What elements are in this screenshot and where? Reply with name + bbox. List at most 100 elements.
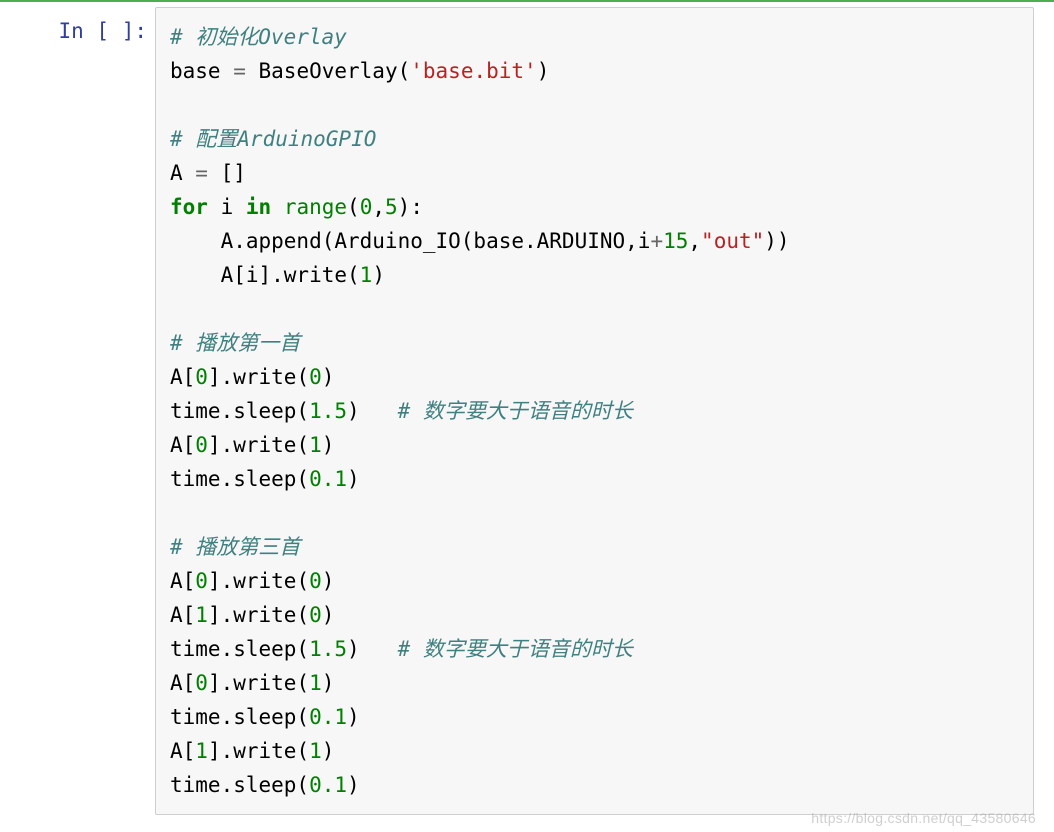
code-line[interactable]: for i in range(0,5):	[170, 190, 1019, 224]
notebook-cell: In [ ]: # 初始化Overlay base = BaseOverlay('…	[0, 2, 1054, 820]
code-token: ,	[372, 195, 385, 219]
code-token: )	[322, 365, 335, 389]
code-token: "out"	[701, 229, 764, 253]
code-token: range	[284, 195, 347, 219]
code-token: i	[208, 195, 246, 219]
code-token: ].write(	[208, 739, 309, 763]
cell-prompt: In [ ]:	[0, 7, 155, 815]
code-line[interactable]: A[0].write(1)	[170, 428, 1019, 462]
code-token: 0.1	[309, 773, 347, 797]
code-token	[271, 195, 284, 219]
code-token: 0.1	[309, 467, 347, 491]
code-token: 1	[309, 739, 322, 763]
code-token: for	[170, 195, 208, 219]
code-token: # 播放第三首	[170, 535, 300, 559]
code-token: ].write(	[208, 569, 309, 593]
code-token: ].write(	[208, 433, 309, 457]
code-token: 0.1	[309, 705, 347, 729]
code-token: 1.5	[309, 637, 347, 661]
code-line[interactable]: time.sleep(1.5) # 数字要大于语音的时长	[170, 394, 1019, 428]
code-token: base	[170, 59, 233, 83]
code-token: ].write(	[208, 671, 309, 695]
code-token: =	[233, 59, 246, 83]
code-line[interactable]: A[1].write(0)	[170, 598, 1019, 632]
code-token: 1	[309, 671, 322, 695]
code-token: 'base.bit'	[410, 59, 536, 83]
code-token: ].write(	[208, 365, 309, 389]
code-token: time.sleep(	[170, 637, 309, 661]
code-token: )	[322, 433, 335, 457]
code-token: A	[170, 161, 195, 185]
code-token: 0	[309, 365, 322, 389]
code-token: ].write(	[208, 603, 309, 627]
code-token: time.sleep(	[170, 773, 309, 797]
code-token: 5	[385, 195, 398, 219]
code-input[interactable]: # 初始化Overlay base = BaseOverlay('base.bit…	[155, 7, 1034, 815]
code-token: )	[347, 399, 398, 423]
code-token: 0	[360, 195, 373, 219]
code-token: =	[195, 161, 208, 185]
code-token: time.sleep(	[170, 467, 309, 491]
code-token: []	[208, 161, 246, 185]
code-token: ,	[688, 229, 701, 253]
code-token: time.sleep(	[170, 705, 309, 729]
code-line[interactable]: A[0].write(0)	[170, 360, 1019, 394]
code-line[interactable]: A[0].write(0)	[170, 564, 1019, 598]
watermark-text: https://blog.csdn.net/qq_43580646	[811, 810, 1036, 826]
code-token: )	[322, 739, 335, 763]
code-line[interactable]	[170, 496, 1019, 530]
code-token: 0	[195, 671, 208, 695]
code-line[interactable]: time.sleep(0.1)	[170, 462, 1019, 496]
code-token: 1	[360, 263, 373, 287]
code-line[interactable]: base = BaseOverlay('base.bit')	[170, 54, 1019, 88]
code-line[interactable]: A[1].write(1)	[170, 734, 1019, 768]
code-token: 0	[309, 603, 322, 627]
code-token: 15	[663, 229, 688, 253]
code-line[interactable]: A[i].write(1)	[170, 258, 1019, 292]
code-line[interactable]	[170, 88, 1019, 122]
code-token: 0	[195, 365, 208, 389]
code-token: # 播放第一首	[170, 331, 300, 355]
code-token: A[	[170, 433, 195, 457]
code-token: A[	[170, 569, 195, 593]
code-token: 0	[195, 433, 208, 457]
code-token: ))	[764, 229, 789, 253]
code-token: 1	[309, 433, 322, 457]
code-token: (	[347, 195, 360, 219]
code-token: 0	[195, 569, 208, 593]
code-token: 1	[195, 603, 208, 627]
code-token: A.append(Arduino_IO(base.ARDUINO,i	[170, 229, 650, 253]
code-token: A[i].write(	[170, 263, 360, 287]
code-token: )	[347, 637, 398, 661]
code-token: )	[322, 603, 335, 627]
code-line[interactable]: # 播放第三首	[170, 530, 1019, 564]
code-token: in	[246, 195, 271, 219]
code-line[interactable]: time.sleep(0.1)	[170, 700, 1019, 734]
code-token: +	[650, 229, 663, 253]
code-line[interactable]	[170, 292, 1019, 326]
code-token: 1.5	[309, 399, 347, 423]
code-line[interactable]: A = []	[170, 156, 1019, 190]
code-token: # 数字要大于语音的时长	[398, 399, 633, 423]
code-token: # 初始化Overlay	[170, 25, 347, 49]
code-token: )	[347, 705, 360, 729]
code-token: A[	[170, 603, 195, 627]
code-token: )	[322, 671, 335, 695]
code-token: # 数字要大于语音的时长	[398, 637, 633, 661]
code-token: )	[372, 263, 385, 287]
code-line[interactable]: # 初始化Overlay	[170, 20, 1019, 54]
code-token: )	[322, 569, 335, 593]
code-token: )	[347, 773, 360, 797]
code-token: 0	[309, 569, 322, 593]
code-line[interactable]: time.sleep(1.5) # 数字要大于语音的时长	[170, 632, 1019, 666]
code-line[interactable]: # 配置ArduinoGPIO	[170, 122, 1019, 156]
code-token: time.sleep(	[170, 399, 309, 423]
code-token: 1	[195, 739, 208, 763]
code-line[interactable]: A.append(Arduino_IO(base.ARDUINO,i+15,"o…	[170, 224, 1019, 258]
code-line[interactable]: A[0].write(1)	[170, 666, 1019, 700]
code-token: # 配置ArduinoGPIO	[170, 127, 376, 151]
code-line[interactable]: time.sleep(0.1)	[170, 768, 1019, 802]
code-token: BaseOverlay(	[246, 59, 410, 83]
code-token: A[	[170, 671, 195, 695]
code-line[interactable]: # 播放第一首	[170, 326, 1019, 360]
